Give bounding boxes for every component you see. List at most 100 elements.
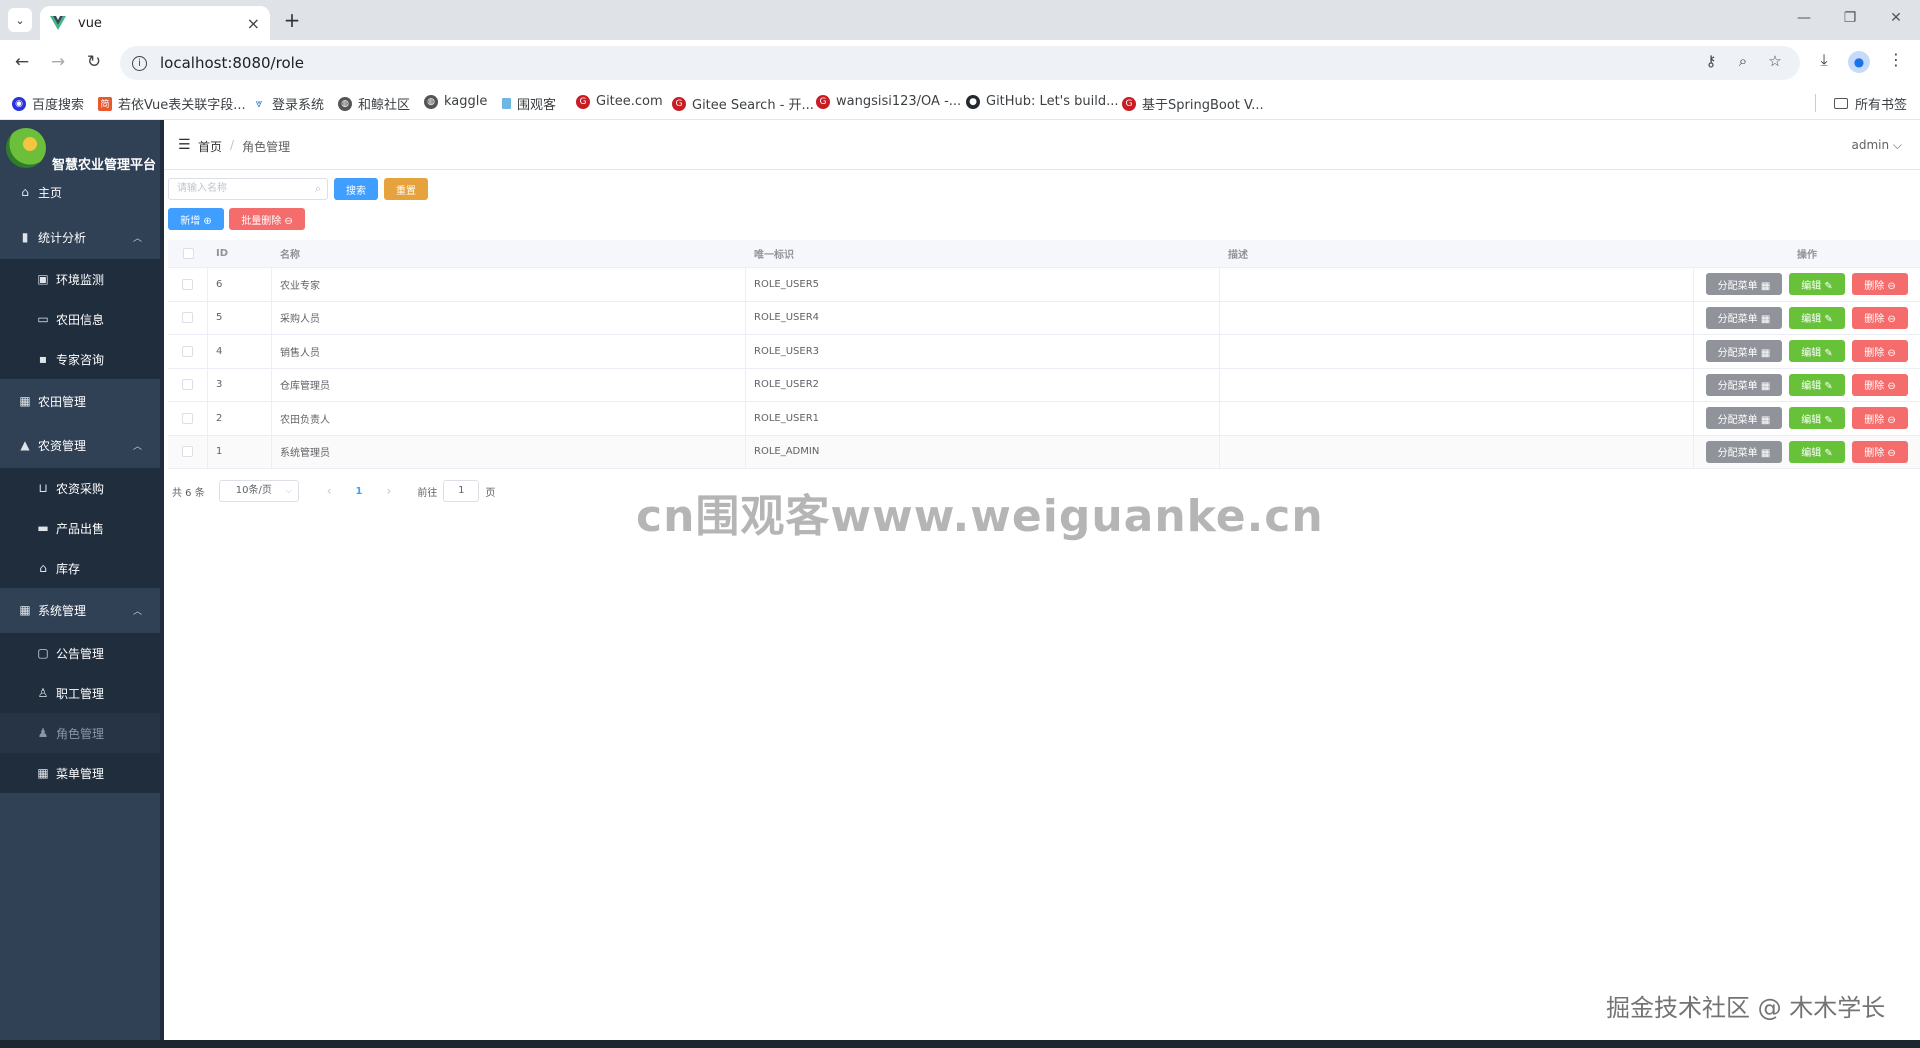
assign-menu-button[interactable]: 分配菜单 ▦ — [1706, 440, 1782, 463]
restore-icon[interactable]: ❐ — [1840, 10, 1860, 26]
bookmark-label: kaggle — [444, 94, 488, 109]
sidebar-item-statistics[interactable]: ▮ 统计分析 ︿ — [0, 217, 160, 257]
row-checkbox[interactable] — [182, 412, 193, 424]
assign-menu-button[interactable]: 分配菜单 ▦ — [1706, 373, 1782, 396]
bookmark-star-icon[interactable]: ☆ — [1764, 52, 1786, 70]
row-checkbox[interactable] — [182, 312, 193, 324]
delete-button[interactable]: 删除 ⊖ — [1852, 373, 1908, 396]
user-dropdown[interactable]: admin ⌵ — [1851, 138, 1902, 153]
back-icon[interactable]: ← — [10, 52, 34, 72]
cell-flag: ROLE_USER4 — [746, 301, 1220, 334]
all-bookmarks[interactable]: 所有书签 — [1834, 94, 1907, 113]
bookmark-item[interactable]: G Gitee.com — [576, 94, 663, 109]
edit-button[interactable]: 编辑 ✎ — [1789, 407, 1845, 430]
tab-search-icon[interactable]: ⌄ — [8, 8, 32, 32]
sidebar-item-supplies[interactable]: ▲ 农资管理 ︿ — [0, 425, 160, 465]
row-select-cell — [168, 435, 208, 468]
edit-button[interactable]: 编辑 ✎ — [1789, 340, 1845, 363]
bookmark-item[interactable]: Gwangsisi123/OA -... — [816, 94, 961, 109]
delete-button[interactable]: 删除 ⊖ — [1852, 273, 1908, 296]
sidebar-item-role[interactable]: ♟ 角色管理 — [0, 713, 160, 753]
monitor-icon: ▣ — [37, 272, 49, 286]
sidebar-item-sales[interactable]: ▬ 产品出售 — [0, 508, 160, 548]
sidebar-item-menu[interactable]: ▦ 菜单管理 — [0, 753, 160, 793]
bookmark-item[interactable]: G Gitee Search - 开... — [672, 94, 814, 113]
window-close-icon[interactable]: ✕ — [1886, 10, 1906, 26]
bookmark-item[interactable]: ◉ 百度搜索 — [12, 94, 84, 113]
sidebar-item-system[interactable]: ▦ 系统管理 ︿ — [0, 590, 160, 630]
bookmark-item[interactable]: 围观客 — [502, 94, 556, 113]
assign-menu-button[interactable]: 分配菜单 ▦ — [1706, 273, 1782, 296]
edit-button[interactable]: 编辑 ✎ — [1789, 306, 1845, 329]
tab-close-icon[interactable]: × — [247, 14, 260, 33]
assign-menu-button[interactable]: 分配菜单 ▦ — [1706, 306, 1782, 329]
batch-delete-button[interactable]: 批量删除 ⊖ — [229, 208, 305, 230]
bookmark-item[interactable]: ● GitHub: Let's build... — [966, 94, 1119, 109]
address-bar-row: ← → ↻ i localhost:8080/role ⚷ ⌕ ☆ — [0, 40, 1920, 86]
sidebar-item-home[interactable]: ⌂ 主页 — [0, 172, 160, 212]
sidebar-item-staff[interactable]: ♙ 职工管理 — [0, 673, 160, 713]
delete-button[interactable]: 删除 ⊖ — [1852, 440, 1908, 463]
search-button[interactable]: 搜索 — [334, 178, 378, 200]
delete-button[interactable]: 删除 ⊖ — [1852, 407, 1908, 430]
zoom-icon[interactable]: ⌕ — [1732, 52, 1754, 70]
bookmark-item[interactable]: ⩔ 登录系统 — [252, 94, 324, 113]
row-checkbox[interactable] — [182, 345, 193, 357]
assign-menu-button[interactable]: 分配菜单 ▦ — [1706, 407, 1782, 430]
edit-button[interactable]: 编辑 ✎ — [1789, 273, 1845, 296]
edit-button[interactable]: 编辑 ✎ — [1789, 440, 1845, 463]
sidebar-item-env-monitor[interactable]: ▣ 环境监测 — [0, 259, 160, 299]
cell-id: 1 — [208, 435, 272, 468]
sidebar-item-purchase[interactable]: ⊔ 农资采购 — [0, 468, 160, 508]
goto-page-input[interactable]: 1 — [443, 480, 480, 502]
search-toolbar: 请输入名称 ⌕ 搜索 重置 — [168, 177, 428, 201]
taskbar — [0, 1040, 1920, 1048]
sidebar-item-expert[interactable]: ▪ 专家咨询 — [0, 339, 160, 379]
delete-button[interactable]: 删除 ⊖ — [1852, 340, 1908, 363]
reset-button[interactable]: 重置 — [384, 178, 428, 200]
table-row: 4 销售人员 ROLE_USER3 分配菜单 ▦ 编辑 ✎ 删除 ⊖ — [168, 335, 1920, 369]
bookmark-item[interactable]: ◍ 和鲸社区 — [338, 94, 410, 113]
profile-avatar-icon[interactable]: ● — [1848, 51, 1870, 73]
page-size-select[interactable]: 10条/页 ⌵ — [218, 480, 299, 502]
bookmark-item[interactable]: 简若依Vue表关联字段... — [98, 94, 246, 113]
browser-tab[interactable]: vue × — [40, 6, 270, 40]
site-info-icon[interactable]: i — [132, 55, 147, 71]
minimize-icon[interactable]: — — [1794, 10, 1814, 26]
edit-button[interactable]: 编辑 ✎ — [1789, 373, 1845, 396]
new-tab-icon[interactable]: + — [280, 8, 304, 32]
reload-icon[interactable]: ↻ — [82, 52, 106, 72]
sidebar-item-label: 主页 — [38, 185, 63, 200]
sidebar-item-label: 环境监测 — [56, 272, 105, 287]
breadcrumb-home[interactable]: 首页 — [198, 138, 222, 155]
bookmark-item[interactable]: G 基于SpringBoot V... — [1122, 94, 1264, 113]
select-all-checkbox[interactable] — [182, 248, 194, 259]
prev-page-icon[interactable]: ‹ — [327, 484, 332, 498]
gitee-icon: G — [576, 94, 590, 109]
hamburger-icon[interactable]: ☰ — [178, 137, 191, 153]
row-checkbox[interactable] — [182, 379, 193, 391]
row-checkbox[interactable] — [182, 278, 193, 290]
cell-ops: 分配菜单 ▦ 编辑 ✎ 删除 ⊖ — [1694, 268, 1920, 301]
sidebar-item-field-info[interactable]: ▭ 农田信息 — [0, 299, 160, 339]
cell-desc — [1220, 402, 1694, 435]
download-icon[interactable]: ⤓ — [1812, 50, 1836, 70]
add-button[interactable]: 新增 ⊕ — [168, 208, 224, 230]
search-input[interactable]: 请输入名称 ⌕ — [168, 178, 328, 200]
assign-menu-button[interactable]: 分配菜单 ▦ — [1706, 340, 1782, 363]
password-key-icon[interactable]: ⚷ — [1700, 52, 1722, 70]
next-page-icon[interactable]: › — [387, 484, 392, 498]
delete-button[interactable]: 删除 ⊖ — [1852, 306, 1908, 329]
forward-icon[interactable]: → — [46, 52, 70, 72]
more-menu-icon[interactable]: ⋮ — [1884, 50, 1908, 69]
page-number[interactable]: 1 — [356, 486, 363, 497]
omnibox[interactable]: i localhost:8080/role — [120, 46, 1800, 80]
table-row: 6 农业专家 ROLE_USER5 分配菜单 ▦ 编辑 ✎ 删除 ⊖ — [168, 268, 1920, 302]
row-checkbox[interactable] — [182, 446, 193, 458]
table-header: ID 名称 唯一标识 描述 操作 — [168, 240, 1920, 268]
bookmark-item[interactable]: ◍ kaggle — [424, 94, 487, 109]
sidebar-item-notice[interactable]: ▢ 公告管理 — [0, 633, 160, 673]
sidebar-item-stock[interactable]: ⌂ 库存 — [0, 548, 160, 588]
role-icon: ♟ — [37, 726, 49, 740]
sidebar-item-field-mgmt[interactable]: ▦ 农田管理 — [0, 381, 160, 421]
